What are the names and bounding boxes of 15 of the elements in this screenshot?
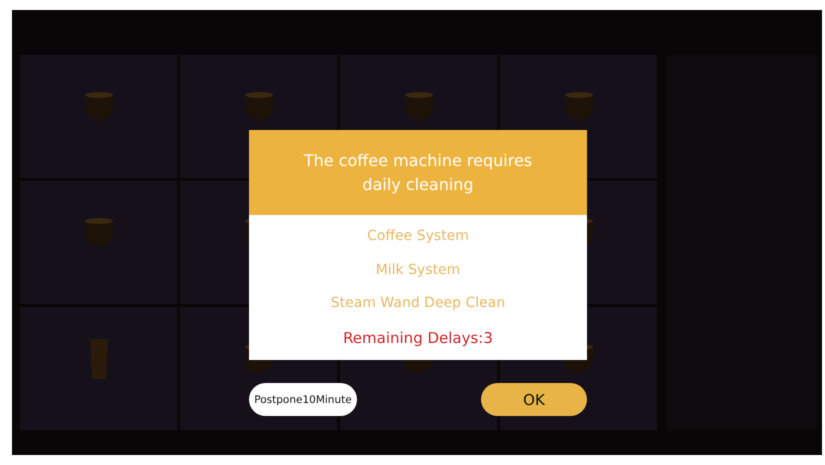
drink-tile[interactable]	[20, 181, 177, 304]
remaining-delays-text: Remaining Delays:3	[343, 329, 493, 348]
drink-tile[interactable]	[20, 55, 177, 178]
ok-button[interactable]: OK	[481, 383, 587, 416]
coffee-cup-icon	[244, 91, 274, 122]
coffee-cup-icon	[564, 91, 594, 122]
dialog-title: The coffee machine requires daily cleaning	[302, 150, 534, 196]
postpone-button[interactable]: Postpone10Minute	[249, 383, 357, 416]
coffee-cup-icon	[404, 91, 434, 122]
cleaning-item: Steam Wand Deep Clean	[330, 295, 506, 312]
cleaning-item: Coffee System	[367, 228, 469, 244]
cleaning-item: Milk System	[376, 262, 460, 278]
coffee-cup-icon	[84, 91, 114, 122]
coffee-cup-icon	[84, 217, 114, 248]
drink-tile[interactable]	[20, 307, 177, 430]
